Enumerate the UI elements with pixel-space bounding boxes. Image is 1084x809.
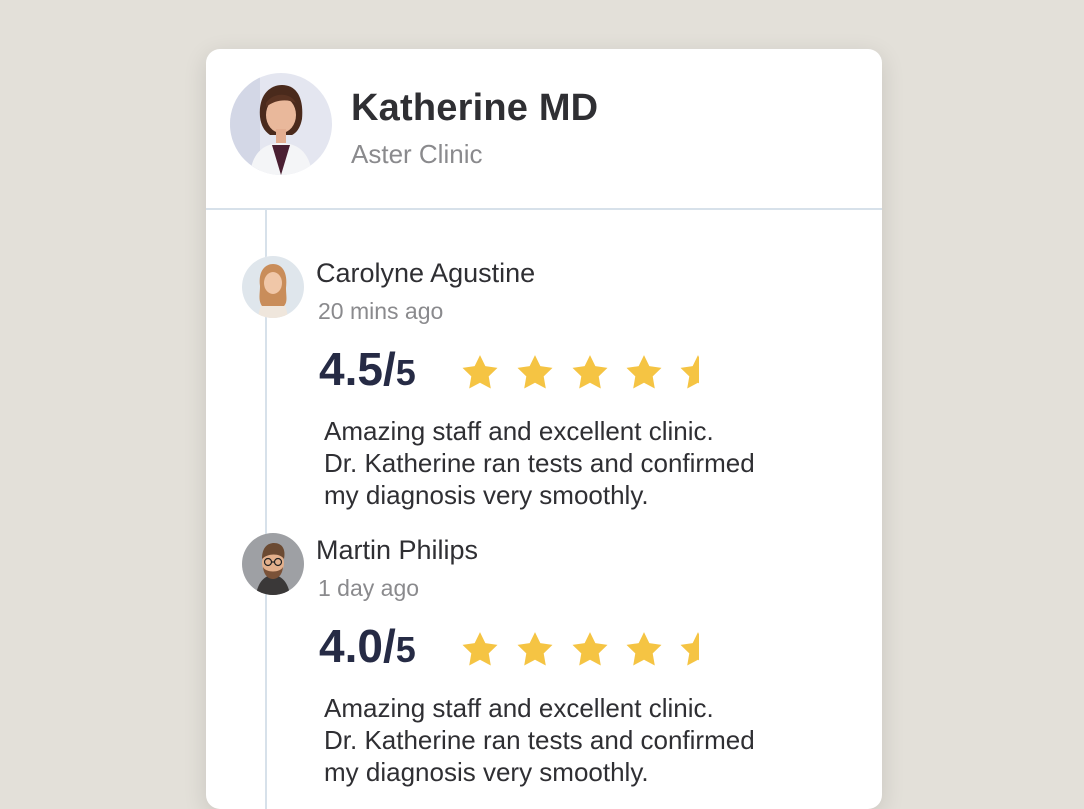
reviewer-avatar[interactable]: [242, 533, 304, 595]
review-item: Carolyne Agustine 20 mins ago 4.5/5 Amaz…: [206, 256, 882, 526]
star-rating: [459, 352, 699, 394]
rating-slash: /: [382, 343, 396, 395]
review-text: Amazing staff and excellent clinic. Dr. …: [324, 692, 844, 788]
review-item: Martin Philips 1 day ago 4.0/5 Amazing s…: [206, 533, 882, 803]
star-icon: [572, 632, 608, 666]
star-icon: [680, 355, 699, 389]
rating-score: 4.5/5: [319, 342, 416, 396]
review-text-line: Amazing staff and excellent clinic.: [324, 416, 714, 446]
review-text: Amazing staff and excellent clinic. Dr. …: [324, 415, 844, 511]
review-time: 20 mins ago: [318, 298, 444, 324]
star-icon: [517, 355, 553, 389]
star-icon: [462, 632, 498, 666]
reviewer-name: Martin Philips: [316, 535, 479, 565]
rating-score: 4.0/5: [319, 619, 416, 673]
review-text-line: Dr. Katherine ran tests and confirmed: [324, 725, 755, 755]
star-icon: [680, 632, 699, 666]
doctor-name: Katherine MD: [351, 87, 599, 129]
reviewer-avatar[interactable]: [242, 256, 304, 318]
rating-max: 5: [395, 629, 416, 670]
review-text-line: Amazing staff and excellent clinic.: [324, 693, 714, 723]
review-text-line: my diagnosis very smoothly.: [324, 480, 649, 510]
review-text-line: Dr. Katherine ran tests and confirmed: [324, 448, 755, 478]
star-icon: [626, 632, 662, 666]
rating-value: 4.0: [319, 620, 383, 672]
review-time: 1 day ago: [318, 575, 420, 601]
star-icon: [626, 355, 662, 389]
rating-slash: /: [382, 620, 396, 672]
doctor-header: Katherine MD Aster Clinic: [206, 49, 882, 210]
review-text-line: my diagnosis very smoothly.: [324, 757, 649, 787]
reviewer-name: Carolyne Agustine: [316, 258, 536, 288]
doctor-review-card: Katherine MD Aster Clinic Carolyne Agust…: [206, 49, 882, 809]
star-icon: [572, 355, 608, 389]
rating-max: 5: [395, 352, 416, 393]
star-rating: [459, 629, 699, 671]
star-icon: [517, 632, 553, 666]
doctor-avatar[interactable]: [230, 73, 332, 175]
rating-value: 4.5: [319, 343, 383, 395]
doctor-clinic: Aster Clinic: [351, 139, 483, 169]
star-icon: [462, 355, 498, 389]
